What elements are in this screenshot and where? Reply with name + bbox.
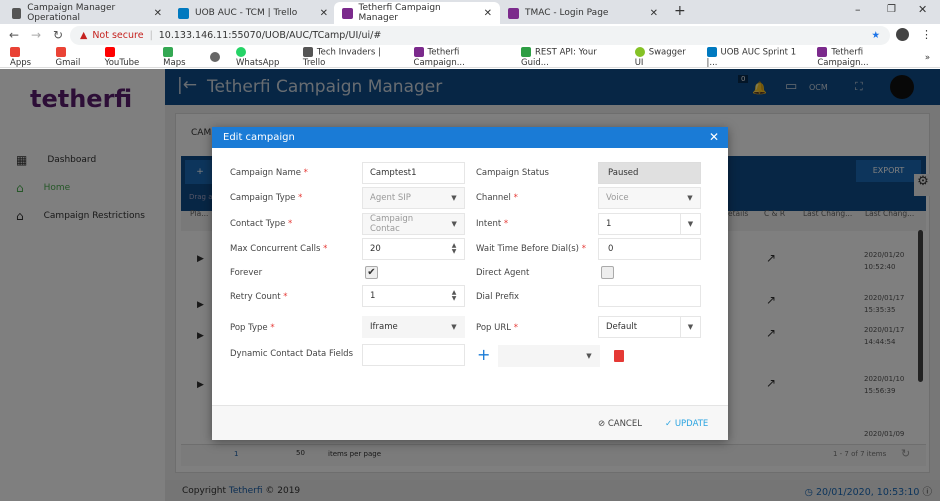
browser-tab[interactable]: TMAC - Login Page ✕ xyxy=(500,2,666,24)
spinner-icon: ▲ ▼ xyxy=(451,289,457,302)
dynamic-field-select[interactable]: ▼ xyxy=(498,345,600,367)
cancel-button[interactable]: ⊘ CANCEL xyxy=(598,419,642,429)
add-field-button[interactable]: + xyxy=(477,345,490,364)
chevron-down-icon: ▼ xyxy=(451,194,457,202)
edit-campaign-dialog: Edit campaign ✕ Campaign Name * Camptest… xyxy=(212,127,728,440)
menu-icon[interactable]: ⋮ xyxy=(921,28,932,41)
new-tab-button[interactable]: + xyxy=(674,3,686,19)
warning-icon: ▲ xyxy=(80,30,88,41)
campaign-type-select[interactable]: Agent SIP ▼ xyxy=(362,187,465,209)
bookmarks-bar: Apps Gmail YouTube Maps WhatsApp Tech In… xyxy=(0,47,940,68)
trash-icon[interactable] xyxy=(614,350,624,362)
bookmark-gmail[interactable]: Gmail xyxy=(55,47,93,68)
update-button[interactable]: ✓ UPDATE xyxy=(665,419,708,429)
close-tab-icon[interactable]: ✕ xyxy=(650,8,658,19)
bookmark-star-icon[interactable]: ★ xyxy=(871,30,880,41)
contact-type-select[interactable]: Campaign Contac ▼ xyxy=(362,213,465,235)
direct-agent-checkbox[interactable] xyxy=(601,266,614,279)
browser-tab-active[interactable]: Tetherfi Campaign Manager ✕ xyxy=(334,2,500,24)
restore-button[interactable]: ❐ xyxy=(887,4,896,15)
close-tab-icon[interactable]: ✕ xyxy=(484,8,492,19)
globe-icon[interactable] xyxy=(209,52,224,63)
channel-select[interactable]: Voice ▼ xyxy=(598,187,701,209)
chevron-down-icon: ▼ xyxy=(451,323,457,331)
minimize-button[interactable]: – xyxy=(855,3,861,16)
bookmark-uob[interactable]: UOB AUC Sprint 1 |... xyxy=(706,47,806,68)
dialog-footer: ⊘ CANCEL ✓ UPDATE xyxy=(212,405,728,440)
browser-tab[interactable]: UOB AUC - TCM | Trello ✕ xyxy=(170,2,336,24)
campaign-name-input[interactable]: Camptest1 xyxy=(362,162,465,184)
campaign-status-field: Paused xyxy=(598,162,701,184)
chevron-down-icon: ▼ xyxy=(586,352,592,360)
dialog-title: Edit campaign xyxy=(223,132,295,143)
profile-icon[interactable] xyxy=(896,28,909,41)
chevron-down-icon: ▼ xyxy=(451,220,457,228)
chevron-down-icon: ▼ xyxy=(680,317,700,337)
cancel-icon: ⊘ xyxy=(598,419,606,429)
dynamic-fields-input[interactable] xyxy=(362,344,465,366)
dialog-header: Edit campaign ✕ xyxy=(212,127,728,148)
spinner-icon: ▲ ▼ xyxy=(451,242,457,255)
bookmark-maps[interactable]: Maps xyxy=(163,47,198,68)
retry-count-stepper[interactable]: 1 ▲ ▼ xyxy=(362,285,465,307)
trello-icon xyxy=(178,7,189,19)
check-icon: ✓ xyxy=(665,419,673,429)
bookmark-rest-api[interactable]: REST API: Your Guid... xyxy=(521,47,623,68)
url-bar[interactable]: ▲ Not secure | 10.133.146.11:55070/UOB/A… xyxy=(70,26,890,45)
intent-select[interactable]: 1 ▼ xyxy=(598,213,701,235)
bookmark-tetherfi[interactable]: Tetherfi Campaign... xyxy=(413,47,509,68)
tetherfi-icon xyxy=(342,7,353,19)
bookmark-youtube[interactable]: YouTube xyxy=(104,47,151,68)
bookmark-apps[interactable]: Apps xyxy=(10,47,44,68)
wait-time-input[interactable]: 0 xyxy=(598,238,701,260)
close-tab-icon[interactable]: ✕ xyxy=(154,8,162,19)
dial-prefix-input[interactable] xyxy=(598,285,701,307)
close-icon[interactable]: ✕ xyxy=(709,130,719,144)
forward-icon[interactable]: → xyxy=(31,28,41,42)
pop-type-select[interactable]: Iframe ▼ xyxy=(362,316,465,338)
back-icon[interactable]: ← xyxy=(9,28,19,42)
pop-url-select[interactable]: Default ▼ xyxy=(598,316,701,338)
close-window-button[interactable]: ✕ xyxy=(918,3,927,16)
chevron-down-icon: ▼ xyxy=(680,214,700,234)
more-bookmarks-icon[interactable]: » xyxy=(925,53,930,63)
reload-icon[interactable]: ↻ xyxy=(53,28,63,42)
browser-tab[interactable]: Campaign Manager Operational ✕ xyxy=(4,2,170,24)
browser-tab-bar: Campaign Manager Operational ✕ UOB AUC - … xyxy=(0,0,940,24)
bookmark-swagger[interactable]: Swagger UI xyxy=(634,47,695,68)
forever-checkbox[interactable]: ✔ xyxy=(365,266,378,279)
bookmark-whatsapp[interactable]: WhatsApp xyxy=(235,47,291,68)
bookmark-tetherfi-2[interactable]: Tetherfi Campaign... xyxy=(817,47,912,68)
close-tab-icon[interactable]: ✕ xyxy=(320,8,328,19)
max-concurrent-calls-stepper[interactable]: 20 ▲ ▼ xyxy=(362,238,465,260)
bookmark-trello[interactable]: Tech Invaders | Trello xyxy=(302,47,402,68)
favicon-icon xyxy=(12,7,22,19)
tetherfi-icon xyxy=(508,7,519,19)
chevron-down-icon: ▼ xyxy=(687,194,693,202)
